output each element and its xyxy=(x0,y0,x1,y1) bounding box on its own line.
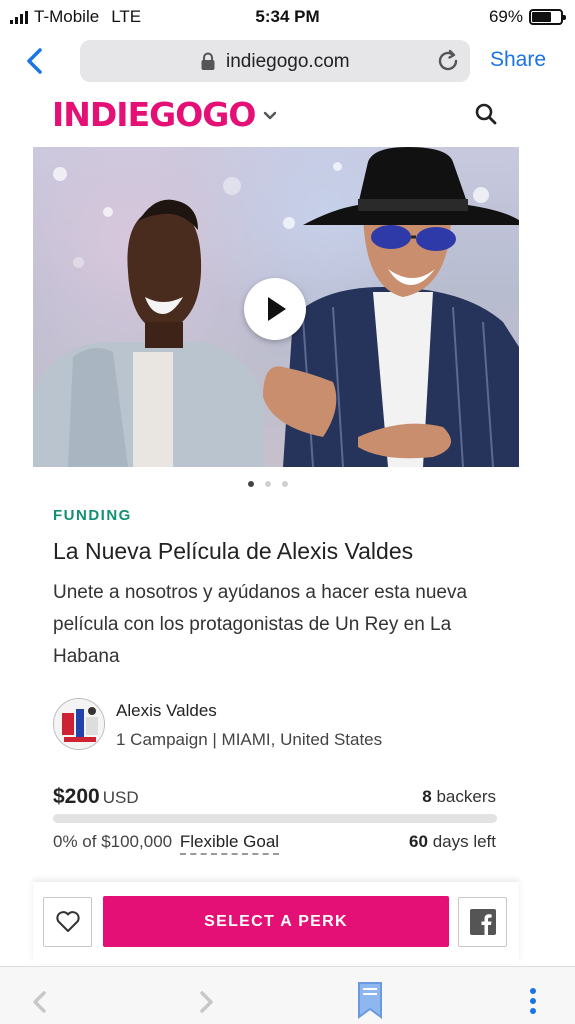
campaign-video[interactable] xyxy=(33,147,519,467)
carousel-dots[interactable] xyxy=(248,481,288,487)
browser-toolbar xyxy=(0,966,575,1024)
chevron-left-icon xyxy=(27,48,42,74)
search-icon[interactable] xyxy=(472,100,500,128)
follow-button[interactable] xyxy=(43,897,92,947)
select-perk-button[interactable]: SELECT A PERK xyxy=(103,896,449,947)
heart-icon xyxy=(55,911,80,932)
raised-currency: USD xyxy=(102,788,139,807)
campaign-tagline: Unete a nosotros y ayúdanos a hacer esta… xyxy=(53,582,468,667)
backers-label: backers xyxy=(436,787,496,806)
chevron-down-icon[interactable] xyxy=(263,111,277,121)
site-header: INDIEGOGO xyxy=(52,92,277,136)
funds-raised: $200 USD xyxy=(53,785,139,809)
raised-amount: $200 xyxy=(53,785,100,808)
lock-icon xyxy=(201,52,215,70)
play-button[interactable] xyxy=(244,278,306,340)
battery-icon xyxy=(529,9,566,25)
days-label: days left xyxy=(432,832,496,851)
bookmark-icon[interactable] xyxy=(357,981,383,1019)
campaign-owner[interactable]: Alexis Valdes 1 Campaign | MIAMI, United… xyxy=(53,698,523,754)
owner-meta: 1 Campaign | MIAMI, United States xyxy=(116,730,383,749)
carousel-dot[interactable] xyxy=(265,481,271,487)
address-domain: indiegogo.com xyxy=(226,51,350,72)
campaign-stage-label: FUNDING xyxy=(53,507,132,524)
goal-percent: 0% of $100,000 xyxy=(53,832,173,851)
carousel-dot[interactable] xyxy=(248,481,254,487)
chevron-right-icon[interactable] xyxy=(196,989,216,1015)
funding-progress-bar xyxy=(53,814,497,823)
days-left: 60 days left xyxy=(409,832,496,852)
battery-percent: 69% xyxy=(488,7,523,26)
status-bar: T-Mobile LTE 5:34 PM 69% xyxy=(0,0,575,34)
backers-count: 8 backers xyxy=(422,787,496,807)
facebook-icon xyxy=(469,909,496,935)
chevron-left-icon[interactable] xyxy=(30,989,50,1015)
share-button[interactable]: Share xyxy=(490,48,546,72)
browser-address-row: indiegogo.com Share xyxy=(0,38,575,84)
indiegogo-logo[interactable]: INDIEGOGO xyxy=(52,95,256,134)
backers-number: 8 xyxy=(422,787,432,806)
address-bar[interactable]: indiegogo.com xyxy=(80,40,470,82)
days-number: 60 xyxy=(409,832,428,851)
avatar-image xyxy=(54,699,104,749)
campaign-action-bar: SELECT A PERK xyxy=(33,882,519,964)
more-vertical-icon[interactable] xyxy=(528,987,538,1015)
campaign-title: La Nueva Película de Alexis Valdes xyxy=(53,538,414,564)
owner-name[interactable]: Alexis Valdes xyxy=(116,701,217,721)
funding-goal: 0% of $100,000 Flexible Goal xyxy=(53,832,280,855)
flexible-goal-link[interactable]: Flexible Goal xyxy=(179,832,280,855)
avatar[interactable] xyxy=(53,698,105,750)
play-icon xyxy=(268,297,286,321)
actor-left-photo xyxy=(33,199,263,467)
reload-icon[interactable] xyxy=(434,47,462,75)
browser-back-button[interactable] xyxy=(22,44,52,78)
facebook-share-button[interactable] xyxy=(458,897,507,947)
carousel-dot[interactable] xyxy=(282,481,288,487)
